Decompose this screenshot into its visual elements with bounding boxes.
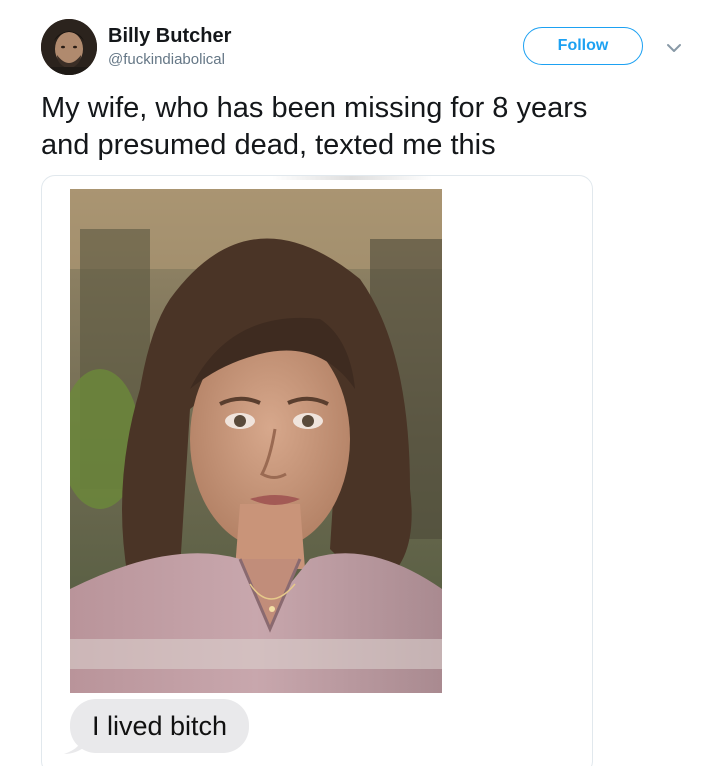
author-name[interactable]: Billy Butcher [108,25,231,48]
avatar-image [41,19,97,75]
author-handle[interactable]: @fuckindiabolical [108,51,225,68]
photo[interactable] [70,189,442,693]
avatar[interactable] [41,19,97,75]
tweet-text-line-1: My wife, who has been missing for 8 year… [41,92,588,124]
message-bubble: I lived bitch [70,699,250,753]
woman-portrait-image [70,189,442,693]
media-card[interactable]: I lived bitch [41,175,593,766]
tweet-text: My wife, who has been missing for 8 year… [41,90,681,164]
tweet-text-line-2: and presumed dead, texted me this [41,129,496,161]
chevron-down-icon[interactable] [662,36,686,60]
tweet: Billy Butcher @fuckindiabolical Follow M… [0,0,722,766]
cropped-text-edge [272,176,432,180]
follow-button[interactable]: Follow [523,27,643,65]
